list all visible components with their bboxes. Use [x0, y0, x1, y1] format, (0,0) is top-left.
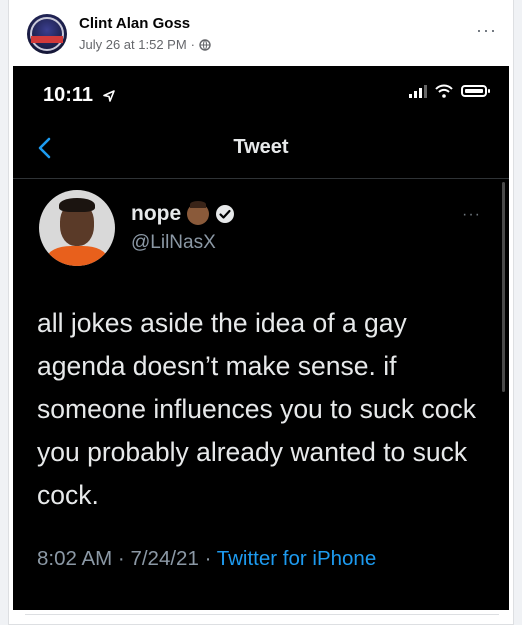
- battery-icon: [461, 85, 490, 97]
- tweet-date: 7/24/21: [130, 547, 199, 570]
- avatar-ring: [30, 17, 64, 51]
- signal-icon: [409, 84, 427, 98]
- post-header: Clint Alan Goss July 26 at 1:52 PM · ···: [9, 0, 515, 62]
- tweet-author-avatar[interactable]: [39, 190, 115, 266]
- status-time: 10:11: [43, 84, 116, 107]
- globe-icon: [199, 38, 211, 51]
- avatar-band: [31, 36, 63, 43]
- tweet-nav-bar: Tweet: [13, 118, 509, 179]
- post-meta: July 26 at 1:52 PM ·: [79, 37, 211, 52]
- tweet-handle[interactable]: @LilNasX: [131, 232, 216, 254]
- location-arrow-icon: [102, 89, 115, 102]
- nav-title: Tweet: [233, 136, 289, 158]
- avatar-hair: [59, 198, 95, 212]
- meta-separator: ·: [190, 37, 196, 52]
- tweet-source-link[interactable]: Twitter for iPhone: [217, 547, 377, 570]
- footer-separator-1: ·: [117, 547, 125, 570]
- facebook-post-card: Clint Alan Goss July 26 at 1:52 PM · ···…: [8, 0, 514, 625]
- post-more-button[interactable]: ···: [476, 20, 497, 41]
- tweet-more-button[interactable]: ···: [462, 206, 481, 224]
- post-divider: [25, 614, 499, 615]
- tweet-time: 8:02 AM: [37, 547, 113, 570]
- tweet-footer: 8:02 AM · 7/24/21 · Twitter for iPhone: [37, 547, 376, 571]
- wifi-icon: [435, 84, 453, 98]
- author-name[interactable]: Clint Alan Goss: [79, 15, 190, 32]
- status-time-text: 10:11: [43, 84, 94, 106]
- phone-status-bar: 10:11: [13, 66, 509, 118]
- scrollbar[interactable]: [502, 182, 505, 392]
- tweet-name-row: nope: [131, 201, 235, 226]
- verified-badge-icon: [216, 205, 235, 223]
- baby-emoji-icon: [187, 201, 210, 225]
- post-timestamp[interactable]: July 26 at 1:52 PM: [79, 37, 187, 52]
- footer-separator-2: ·: [204, 547, 212, 570]
- tweet-screenshot[interactable]: 10:11 Tweet nope @LilNasX ··· all jokes …: [13, 66, 509, 610]
- tweet-display-name[interactable]: nope: [131, 202, 181, 226]
- author-avatar[interactable]: [27, 14, 67, 54]
- status-icons: [409, 84, 490, 98]
- tweet-text: all jokes aside the idea of a gay agenda…: [37, 308, 476, 510]
- avatar-shirt: [47, 246, 107, 266]
